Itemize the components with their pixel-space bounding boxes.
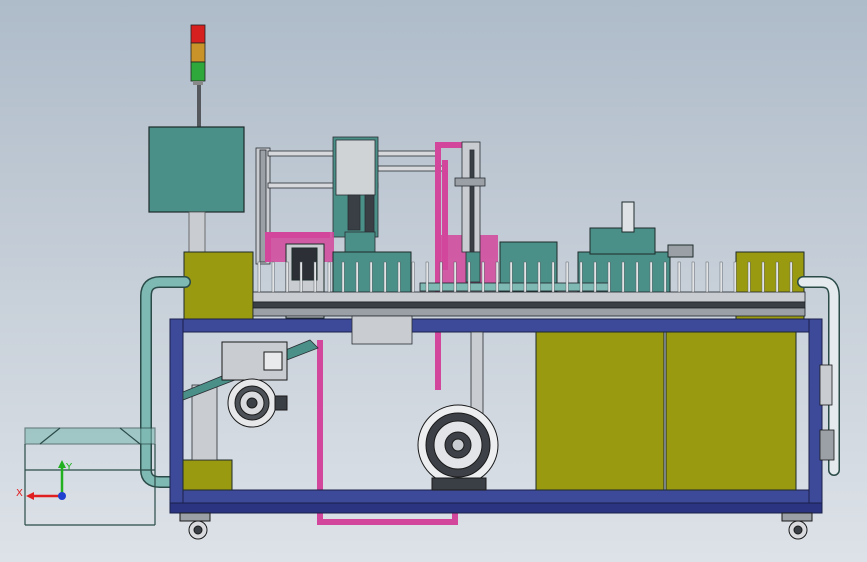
control-cabinet [148,126,245,253]
conveyor-pin [369,261,373,293]
conveyor-pin [663,261,667,293]
conveyor-pin [565,261,569,293]
conveyor-pin [271,261,275,293]
conveyor-pin [327,261,331,293]
large-blower [417,404,499,491]
stack-light-amber [190,42,206,63]
conveyor-pin [257,261,261,293]
conveyor-pin [383,261,387,293]
conveyor-pin [719,261,723,293]
conveyor-pin [705,261,709,293]
conveyor-pin [635,261,639,293]
conveyor-pin [551,261,555,293]
conveyor-pin [677,261,681,293]
conveyor-pin [509,261,513,293]
conveyor-pin [453,261,457,293]
conveyor-pin [481,261,485,293]
conveyor-pin [495,261,499,293]
conveyor-pin [761,261,765,293]
conveyor-pin [789,261,793,293]
conveyor-pin [439,261,443,293]
conveyor-pin [593,261,597,293]
conveyor-pin [579,261,583,293]
conveyor-pin [621,261,625,293]
conveyor-pin [733,261,737,293]
stack-light-green [190,61,206,82]
conveyor-pin [691,261,695,293]
conveyor-pin [285,261,289,293]
conveyor-pin [467,261,471,293]
stack-light-red [190,24,206,44]
small-blower [221,341,288,428]
conveyor-pin [411,261,415,293]
stack-light-tower [190,24,206,128]
triad-y-label: Y [65,462,73,473]
conveyor-pin [747,261,751,293]
cad-viewport[interactable]: Y X [0,0,867,562]
conveyor-pin [397,261,401,293]
conveyor-pin [649,261,653,293]
conveyor-pin [607,261,611,293]
conveyor-pin [355,261,359,293]
conveyor-pin [299,261,303,293]
caster-right [781,512,813,540]
triad-x-label: X [16,488,23,499]
caster-left [179,512,211,540]
collection-cart [24,427,156,526]
conveyor-pin [537,261,541,293]
conveyor-pin [341,261,345,293]
conveyor-pin [775,261,779,293]
machine-assembly-drawing: Y X [16,24,840,540]
conveyor-pin [425,261,429,293]
conveyor-pin [523,261,527,293]
conveyor-pin [313,261,317,293]
